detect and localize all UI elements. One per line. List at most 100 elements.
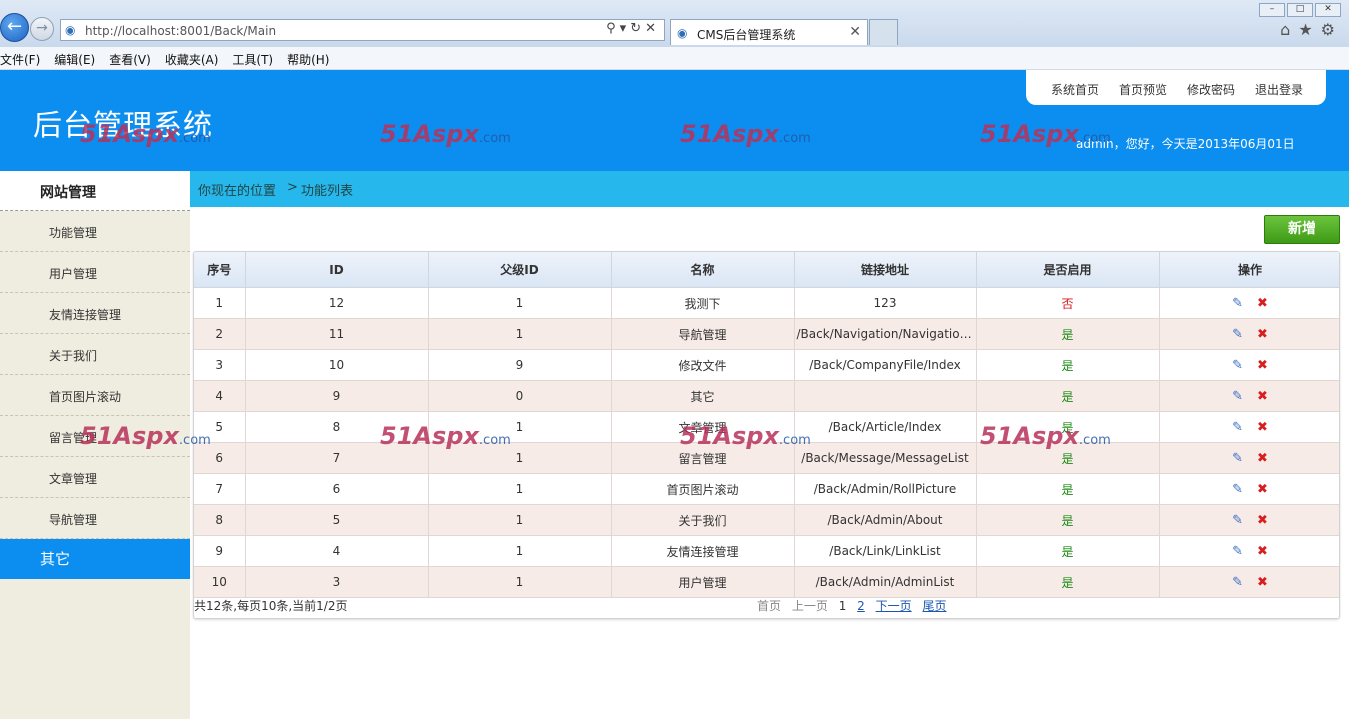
cell-enabled: 是	[976, 535, 1160, 567]
cell-link: /Back/Link/LinkList	[794, 535, 977, 567]
cell-link	[794, 380, 977, 412]
table-row: 8 5 1 关于我们/Back/Admin/About 是 ✎ ✖	[194, 504, 1339, 536]
menu-favorites[interactable]: 收藏夹(A)	[165, 47, 219, 68]
cell-parent-id: 1	[428, 504, 612, 536]
cell-name: 其它	[611, 380, 795, 412]
cell-name: 我测下	[611, 287, 795, 319]
delete-x-icon[interactable]: ✖	[1257, 327, 1268, 342]
sidebar-item-users[interactable]: 用户管理	[0, 252, 190, 293]
cell-link: /Back/Navigation/NavigationList	[794, 318, 977, 350]
cell-enabled: 是	[976, 411, 1160, 443]
close-window-icon[interactable]: ✕	[1315, 3, 1341, 17]
delete-x-icon[interactable]: ✖	[1257, 544, 1268, 559]
back-button[interactable]: ←	[0, 13, 29, 42]
cell-link: /Back/CompanyFile/Index	[794, 349, 977, 381]
link-home-preview[interactable]: 首页预览	[1119, 81, 1167, 98]
delete-x-icon[interactable]: ✖	[1257, 296, 1268, 311]
cell-id: 7	[245, 442, 429, 474]
page-last[interactable]: 尾页	[922, 599, 946, 613]
col-header-link: 链接地址	[794, 252, 977, 288]
search-icon[interactable]: ⚲	[606, 21, 620, 36]
pencil-icon[interactable]: ✎	[1232, 575, 1243, 590]
delete-x-icon[interactable]: ✖	[1257, 513, 1268, 528]
forward-button[interactable]: →	[30, 17, 54, 41]
page-1: 1	[838, 599, 847, 613]
add-button[interactable]: 新增	[1264, 215, 1340, 244]
menu-file[interactable]: 文件(F)	[0, 47, 40, 68]
delete-x-icon[interactable]: ✖	[1257, 420, 1268, 435]
pencil-icon[interactable]: ✎	[1232, 482, 1243, 497]
cell-id: 8	[245, 411, 429, 443]
pencil-icon[interactable]: ✎	[1232, 389, 1243, 404]
link-logout[interactable]: 退出登录	[1255, 81, 1303, 98]
delete-x-icon[interactable]: ✖	[1257, 482, 1268, 497]
dropdown-icon[interactable]: ▾	[620, 21, 631, 36]
pencil-icon[interactable]: ✎	[1232, 358, 1243, 373]
menu-help[interactable]: 帮助(H)	[287, 47, 329, 68]
cell-link: 123	[794, 287, 977, 319]
cell-link: /Back/Admin/About	[794, 504, 977, 536]
cell-no: 9	[194, 535, 246, 567]
home-icon[interactable]: ⌂	[1280, 20, 1298, 39]
cell-no: 2	[194, 318, 246, 350]
col-header-name: 名称	[611, 252, 795, 288]
cell-no: 1	[194, 287, 246, 319]
table-footer: 共12条,每页10条,当前1/2页 首页 上一页 1 2 下一页 尾页	[194, 591, 1339, 618]
browser-toolbar-icons: ⌂★⚙	[1280, 20, 1343, 39]
breadcrumb-current: 功能列表	[301, 184, 354, 199]
sidebar-item-articles[interactable]: 文章管理	[0, 457, 190, 498]
stop-icon[interactable]: ✕	[645, 21, 660, 36]
browser-tab[interactable]: ◉ CMS后台管理系统 ✕	[670, 19, 868, 45]
pencil-icon[interactable]: ✎	[1232, 420, 1243, 435]
gear-icon[interactable]: ⚙	[1321, 20, 1343, 39]
minimize-icon[interactable]: –	[1259, 3, 1285, 17]
menu-view[interactable]: 查看(V)	[109, 47, 151, 68]
pencil-icon[interactable]: ✎	[1232, 513, 1243, 528]
url-input[interactable]	[83, 21, 587, 41]
col-header-id: ID	[245, 252, 429, 288]
link-change-password[interactable]: 修改密码	[1187, 81, 1235, 98]
pencil-icon[interactable]: ✎	[1232, 327, 1243, 342]
tab-close-icon[interactable]: ✕	[849, 24, 861, 40]
table-row: 4 9 0 其它是 ✎ ✖	[194, 380, 1339, 412]
top-links: 系统首页 首页预览 修改密码 退出登录	[1026, 70, 1326, 105]
sidebar-item-slider[interactable]: 首页图片滚动	[0, 375, 190, 416]
cell-name: 文章管理	[611, 411, 795, 443]
browser-chrome: –□✕ ← → ◉ ⚲▾↻✕ ◉ CMS后台管理系统 ✕ ⌂★⚙	[0, 0, 1349, 47]
favorites-star-icon[interactable]: ★	[1298, 20, 1320, 39]
sidebar-item-links[interactable]: 友情连接管理	[0, 293, 190, 334]
cell-parent-id: 1	[428, 411, 612, 443]
sidebar-item-function[interactable]: 功能管理	[0, 211, 190, 252]
page-next[interactable]: 下一页	[876, 599, 912, 613]
pencil-icon[interactable]: ✎	[1232, 544, 1243, 559]
delete-x-icon[interactable]: ✖	[1257, 358, 1268, 373]
table-row: 2 11 1 导航管理/Back/Navigation/NavigationList 是…	[194, 318, 1339, 350]
page-2[interactable]: 2	[857, 599, 865, 613]
cell-parent-id: 1	[428, 535, 612, 567]
cell-actions: ✎ ✖	[1159, 473, 1339, 505]
cell-no: 3	[194, 349, 246, 381]
maximize-icon[interactable]: □	[1287, 3, 1313, 17]
pencil-icon[interactable]: ✎	[1232, 451, 1243, 466]
ie-tab-icon: ◉	[677, 26, 688, 40]
delete-x-icon[interactable]: ✖	[1257, 389, 1268, 404]
link-system-home[interactable]: 系统首页	[1051, 81, 1099, 98]
sidebar-item-messages[interactable]: 留言管理	[0, 416, 190, 457]
address-bar[interactable]: ◉ ⚲▾↻✕	[60, 19, 665, 41]
cell-no: 7	[194, 473, 246, 505]
cell-enabled: 是	[976, 442, 1160, 474]
pencil-icon[interactable]: ✎	[1232, 296, 1243, 311]
cell-parent-id: 1	[428, 473, 612, 505]
menu-edit[interactable]: 编辑(E)	[54, 47, 95, 68]
refresh-icon[interactable]: ↻	[630, 21, 645, 36]
sidebar-item-other[interactable]: 其它	[0, 539, 190, 579]
sidebar-item-navigation[interactable]: 导航管理	[0, 498, 190, 539]
sidebar-item-about[interactable]: 关于我们	[0, 334, 190, 375]
cell-actions: ✎ ✖	[1159, 318, 1339, 350]
menu-tools[interactable]: 工具(T)	[232, 47, 273, 68]
sidebar-heading: 网站管理	[0, 171, 190, 211]
new-tab-button[interactable]	[869, 19, 898, 45]
delete-x-icon[interactable]: ✖	[1257, 451, 1268, 466]
welcome-text: admin，您好，今天是2013年06月01日	[1076, 137, 1295, 151]
delete-x-icon[interactable]: ✖	[1257, 575, 1268, 590]
